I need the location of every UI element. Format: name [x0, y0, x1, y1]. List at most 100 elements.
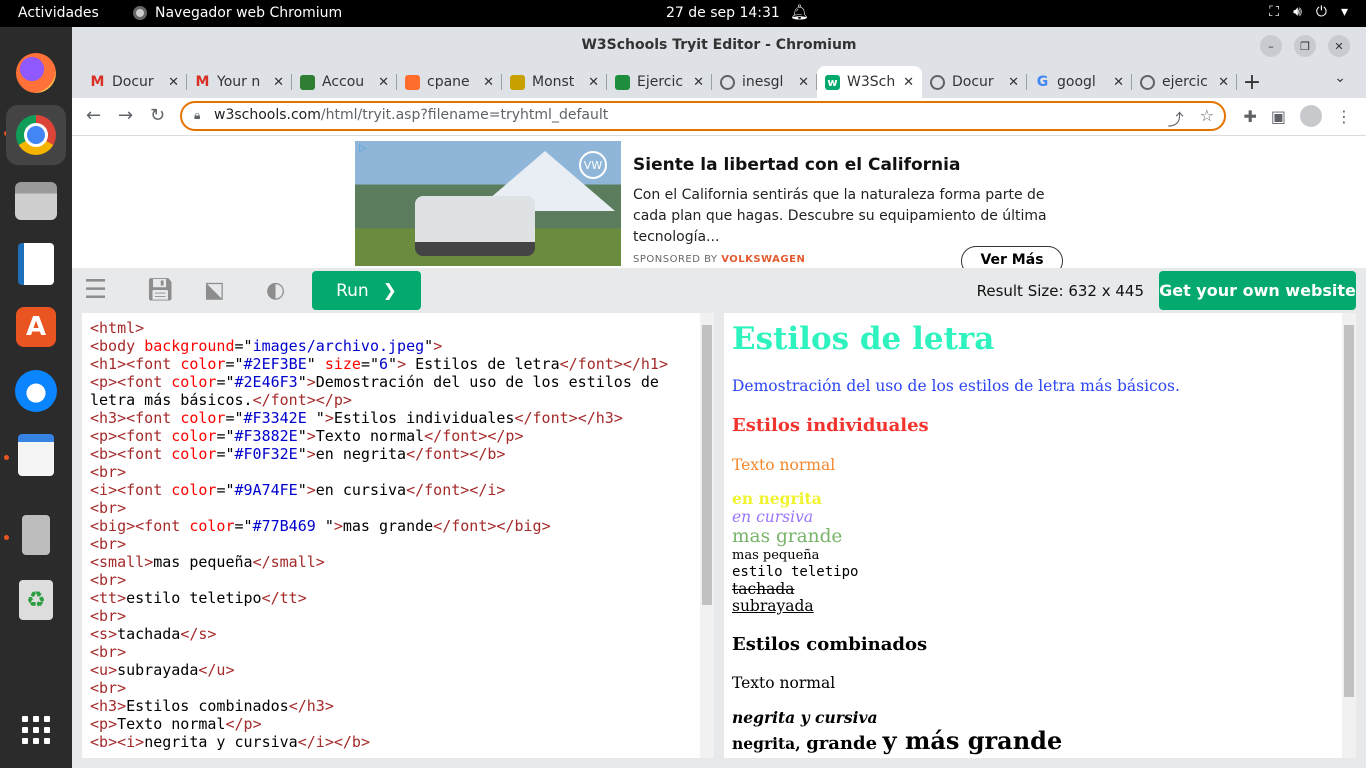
theme-toggle-icon[interactable]: ◐ — [266, 278, 285, 303]
code-line: <br> — [90, 499, 127, 517]
close-icon[interactable]: ✕ — [1008, 75, 1019, 90]
result-cursiva: en cursiva — [732, 508, 814, 526]
tab[interactable]: Ggoogl ✕ — [1027, 66, 1132, 98]
result-negrita-cursiva: negrita y cursiva — [732, 708, 878, 727]
code-line: <i><font color="#9A74FE">en cursiva</fon… — [90, 481, 506, 499]
close-icon[interactable]: ✕ — [588, 75, 599, 90]
run-button[interactable]: Run ❯ — [312, 271, 421, 310]
address-bar[interactable]: 🔒︎ w3schools.com/html/tryit.asp?filename… — [180, 101, 1226, 131]
back-button[interactable]: ← — [86, 105, 101, 126]
tab[interactable]: w W3Sch ✕ — [817, 66, 922, 98]
tab[interactable]: inesgl ✕ — [712, 66, 817, 98]
chevron-right-icon: ❯ — [382, 280, 397, 301]
dock-usb[interactable] — [12, 511, 60, 559]
save-icon[interactable]: 💾︎ — [146, 278, 174, 303]
result-size: Result Size: 632 x 445 — [976, 282, 1144, 300]
show-apps-button[interactable] — [12, 706, 60, 754]
close-icon[interactable]: ✕ — [693, 75, 704, 90]
close-button[interactable]: ✕ — [1328, 35, 1350, 57]
code-line: <s>tachada</s> — [90, 625, 217, 643]
get-own-website-button[interactable]: Get your own website — [1159, 271, 1356, 310]
extensions-icon[interactable]: ✚ — [1243, 107, 1256, 126]
writer-icon — [18, 243, 54, 285]
code-editor[interactable]: <html> <body background="images/archivo.… — [82, 313, 714, 758]
rotate-layout-icon[interactable]: ⬕ — [204, 278, 225, 303]
code-line: <br> — [90, 679, 127, 697]
dock-trash[interactable]: ♻ — [12, 576, 60, 624]
code-line: <br> — [90, 607, 127, 625]
tab-label: ejercic — [1162, 74, 1208, 90]
clock[interactable]: 27 de sep 14:31 — [666, 5, 780, 21]
tab[interactable]: M Your n ✕ — [187, 66, 292, 98]
result-h3-combinados: Estilos combinados — [732, 634, 928, 655]
dock-text-editor[interactable] — [12, 431, 60, 479]
dock-files[interactable] — [12, 177, 60, 225]
dock-firefox[interactable] — [12, 49, 60, 97]
code-line: <h3>Estilos combinados</h3> — [90, 697, 334, 715]
code-line: <b><i>negrita y cursiva</i></b> — [90, 733, 370, 751]
result-demo-paragraph: Demostración del uso de los estilos de l… — [732, 377, 1180, 395]
tab[interactable]: Accou ✕ — [292, 66, 397, 98]
system-tray[interactable]: ⛶ 🔊︎ ⏻ ▾ — [1269, 4, 1348, 20]
result-tachada: tachada — [732, 580, 795, 598]
tryit-toolbar: ☰ 💾︎ ⬕ ◐ Run ❯ Result Size: 632 x 445 Get… — [72, 268, 1366, 313]
result-texto-normal-2: Texto normal — [732, 674, 836, 692]
code-line: letra más básicos.</font></p> — [90, 391, 352, 409]
result-grande: mas grande — [732, 526, 843, 547]
reload-button[interactable]: ↻ — [150, 105, 165, 126]
hamburger-menu-icon[interactable]: ☰ — [84, 275, 107, 305]
result-frame[interactable]: Estilos de letra Demostración del uso de… — [724, 313, 1356, 758]
side-panel-icon[interactable]: ▣ — [1271, 107, 1286, 126]
ad-headline[interactable]: Siente la libertad con el California — [633, 155, 960, 175]
code-line: <h1><font color="#2EF3BE" size="6"> Esti… — [90, 355, 668, 373]
code-scrollbar[interactable] — [700, 313, 714, 758]
app-menu[interactable]: Navegador web Chromium — [133, 5, 342, 21]
tab[interactable]: Ejercic ✕ — [607, 66, 712, 98]
code-text[interactable]: <html> <body background="images/archivo.… — [90, 319, 668, 751]
maximize-button[interactable]: ❐ — [1294, 35, 1316, 57]
minimize-button[interactable]: – — [1260, 35, 1282, 57]
close-icon[interactable]: ✕ — [1218, 75, 1229, 90]
close-icon[interactable]: ✕ — [1113, 75, 1124, 90]
profile-avatar[interactable] — [1300, 105, 1322, 127]
tab[interactable]: Monst ✕ — [502, 66, 607, 98]
adchoices-icon[interactable]: ▷ — [359, 143, 367, 154]
result-subrayada: subrayada — [732, 597, 814, 615]
vw-logo: VW — [579, 151, 607, 179]
tab[interactable]: cpane ✕ — [397, 66, 502, 98]
new-tab-button[interactable]: + — [1237, 66, 1267, 98]
ad-image[interactable]: ▷ VW — [355, 141, 621, 266]
close-icon[interactable]: ✕ — [168, 75, 179, 90]
code-line: <p>Texto normal</p> — [90, 715, 262, 733]
activities-button[interactable]: Actividades — [18, 5, 99, 21]
network-icon: ⛶ — [1269, 4, 1280, 20]
tab[interactable]: ejercic ✕ — [1132, 66, 1237, 98]
dock-app-center[interactable]: A — [12, 303, 60, 351]
notification-bell-icon[interactable]: 🔔︎ — [790, 3, 809, 21]
close-icon[interactable]: ✕ — [903, 75, 914, 90]
result-negrita: en negrita — [732, 489, 822, 508]
browser-toolbar: ← → ↻ 🔒︎ w3schools.com/html/tryit.asp?fi… — [72, 98, 1366, 136]
code-line: <tt>estilo teletipo</tt> — [90, 589, 307, 607]
close-icon[interactable]: ✕ — [378, 75, 389, 90]
forward-button[interactable]: → — [118, 105, 133, 126]
close-icon[interactable]: ✕ — [273, 75, 284, 90]
dock-chromium[interactable] — [6, 105, 66, 165]
trash-icon: ♻ — [19, 580, 53, 620]
close-icon[interactable]: ✕ — [798, 75, 809, 90]
classroom-icon — [615, 74, 630, 90]
tab[interactable]: Docur ✕ — [922, 66, 1027, 98]
share-icon[interactable]: ⤴ — [1168, 106, 1184, 130]
menu-icon[interactable]: ⋮ — [1336, 107, 1352, 126]
result-scrollbar[interactable] — [1342, 313, 1356, 758]
ad-description: Con el California sentirás que la natura… — [633, 187, 1047, 245]
code-line: <br> — [90, 463, 127, 481]
tab[interactable]: M Docur ✕ — [82, 66, 187, 98]
bookmark-star-icon[interactable]: ☆ — [1200, 106, 1214, 130]
tab-search-icon[interactable]: ⌄ — [1334, 70, 1346, 86]
dock-writer[interactable] — [12, 240, 60, 288]
result-teletipo: estilo teletipo — [732, 564, 859, 580]
dock-thunderbird[interactable] — [12, 367, 60, 415]
close-icon[interactable]: ✕ — [483, 75, 494, 90]
window-title: W3Schools Tryit Editor - Chromium — [581, 37, 857, 53]
